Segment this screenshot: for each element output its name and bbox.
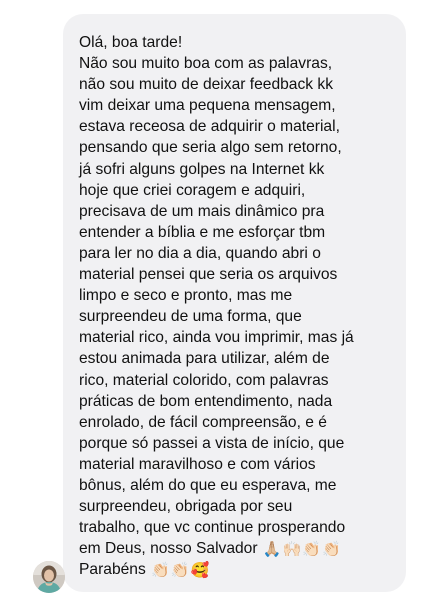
message-line: estava receosa de adquirir o material,	[79, 118, 340, 136]
message-line: surpreendeu, obrigada por seu	[79, 498, 293, 516]
smiling-face-with-hearts-emoji-icon: 🥰	[190, 561, 210, 580]
message-line: hoje que criei coragem e adquiri,	[79, 181, 306, 199]
message-line: precisava de um mais dinâmico pra	[79, 202, 325, 220]
message-line: limpo e seco e pronto, mas me	[79, 287, 293, 305]
chat-screen: Olá, boa tarde! Não sou muito boa com as…	[0, 0, 425, 604]
message-line: práticas de bom entendimento, nada	[79, 392, 333, 410]
message-line: vim deixar uma pequena mensagem,	[79, 97, 336, 115]
message-text: Olá, boa tarde! Não sou muito boa com as…	[79, 32, 394, 580]
message-line: trabalho, que vc continue prosperando	[79, 519, 346, 537]
message-line: bônus, além do que eu esperava, me	[79, 476, 337, 494]
message-line: pensando que seria algo sem retorno,	[79, 139, 342, 157]
clapping-hands-emoji-icon: 👏🏻	[321, 540, 341, 559]
avatar[interactable]	[33, 561, 65, 593]
message-line: material maravilhoso e com vários	[79, 455, 316, 473]
message-line: estou animada para utilizar, além de	[79, 350, 330, 368]
raising-hands-emoji-icon: 🙌🏻	[282, 540, 302, 559]
message-line-with-emojis: em Deus, nosso Salvador 🙏🏼🙌🏻👏🏻👏🏻	[79, 538, 394, 559]
message-line: não sou muito de deixar feedback kk	[79, 76, 333, 94]
message-line: surpreendeu de uma forma, que	[79, 308, 302, 326]
message-line: enrolado, de fácil compreensão, e é	[79, 413, 327, 431]
clapping-hands-emoji-icon: 👏🏻	[170, 561, 190, 580]
clapping-hands-emoji-icon: 👏🏻	[151, 561, 170, 580]
avatar-photo-icon	[33, 561, 65, 593]
message-line: para ler no dia a dia, quando abri o	[79, 244, 321, 262]
message-line: material rico, ainda vou imprimir, mas j…	[79, 329, 354, 347]
message-line-text: Parabéns	[79, 561, 146, 579]
message-bubble[interactable]: Olá, boa tarde! Não sou muito boa com as…	[63, 14, 406, 592]
message-line: já sofri alguns golpes na Internet kk	[79, 160, 325, 178]
message-line-text: em Deus, nosso Salvador	[79, 540, 258, 558]
message-line: porque só passei a vista de início, que	[79, 434, 345, 452]
praying-hands-emoji-icon: 🙏🏼	[262, 540, 282, 559]
message-line: entender a bíblia e me esforçar tbm	[79, 223, 326, 241]
message-line: Não sou muito boa com as palavras,	[79, 55, 333, 73]
clapping-hands-emoji-icon: 👏🏻	[302, 540, 321, 559]
message-line: material pensei que seria os arquivos	[79, 266, 338, 284]
message-line: rico, material colorido, com palavras	[79, 371, 329, 389]
message-line: Olá, boa tarde!	[79, 34, 183, 51]
message-line-with-emojis: Parabéns 👏🏻👏🏻🥰	[79, 559, 394, 580]
